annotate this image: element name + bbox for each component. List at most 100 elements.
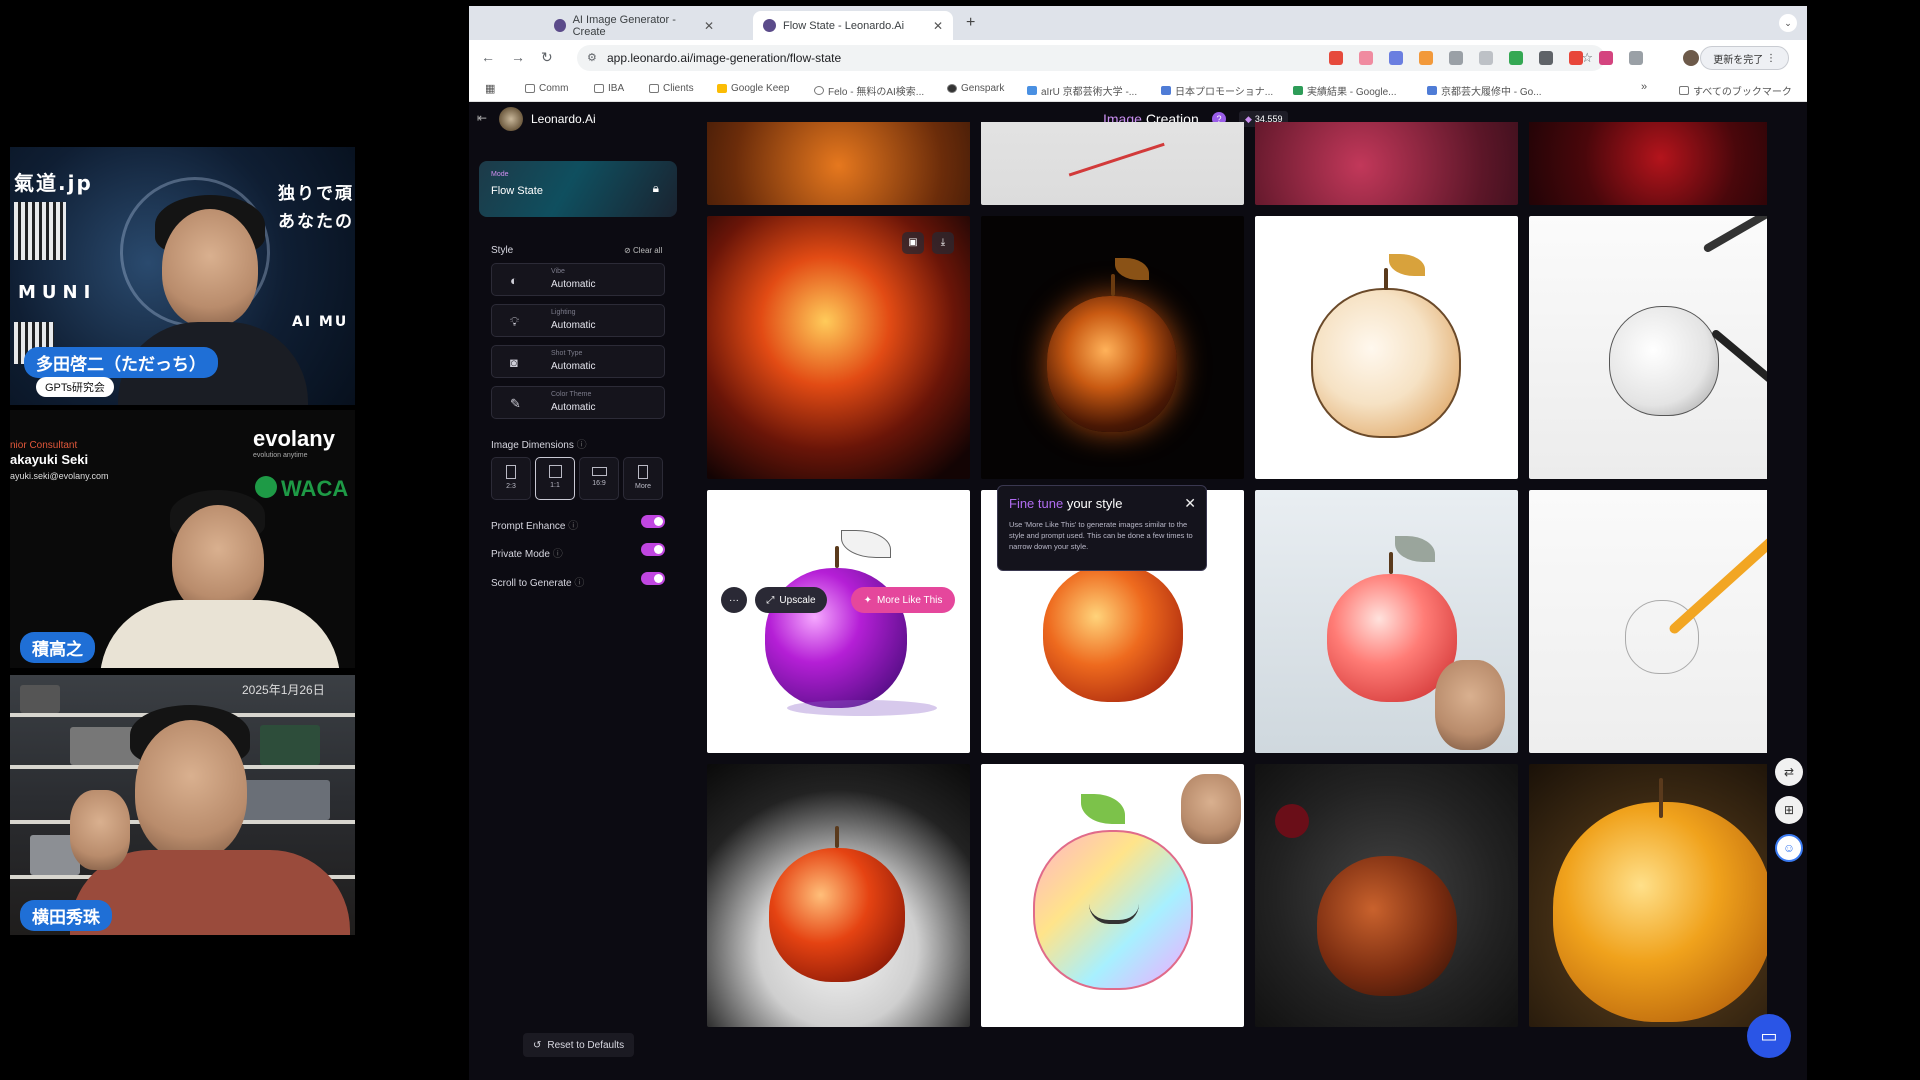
assistant-icon[interactable]: ☺ <box>1775 834 1803 862</box>
tooltip-title-accent: Fine tune <box>1009 496 1064 511</box>
gallery-image[interactable] <box>1529 216 1767 479</box>
tab-favicon <box>763 19 776 32</box>
brand-name[interactable]: Leonardo.Ai <box>531 112 596 126</box>
dimension-1-1[interactable]: 1:1 <box>535 457 575 500</box>
style-vibe[interactable]: ◐ Vibe Automatic <box>491 263 665 296</box>
scroll-to-generate-row: Scroll to Generate ⓘ <box>491 572 665 589</box>
gallery-image[interactable] <box>1255 764 1518 1027</box>
mode-value: Flow State <box>491 185 543 197</box>
tab-ai-image-generator[interactable]: AI Image Generator - Create ✕ <box>544 11 724 40</box>
style-color-theme[interactable]: ✎ Color Theme Automatic <box>491 386 665 419</box>
download-icon[interactable]: ⤓ <box>932 232 954 254</box>
back-icon[interactable]: ← <box>481 49 495 65</box>
bookmark-1[interactable]: IBA <box>594 83 624 94</box>
bookmark-star-icon[interactable]: ☆ <box>1581 50 1593 66</box>
bookmark-7[interactable]: 日本プロモーショナ... <box>1161 83 1273 98</box>
gallery-image[interactable] <box>1255 216 1518 479</box>
gallery-image[interactable] <box>1529 764 1767 1027</box>
extension-icon-6[interactable] <box>1479 51 1493 65</box>
chevron-right-icon[interactable]: » <box>1641 81 1647 93</box>
extension-icon-7[interactable] <box>1509 51 1523 65</box>
save-icon[interactable]: ▣ <box>902 232 924 254</box>
style-value: Automatic <box>551 279 596 290</box>
grid-icon[interactable]: ⊞ <box>1775 796 1803 824</box>
tab-label: AI Image Generator - Create <box>572 13 676 38</box>
bookmark-0[interactable]: Comm <box>525 83 568 94</box>
new-tab-button[interactable]: + <box>966 14 975 32</box>
site-info-icon[interactable]: ⚙ <box>587 51 597 64</box>
style-lighting[interactable]: 💡︎ Lighting Automatic <box>491 304 665 337</box>
info-icon[interactable]: ⓘ <box>568 521 578 532</box>
info-icon[interactable]: ⓘ <box>577 440 587 451</box>
extension-icon-4[interactable] <box>1419 51 1433 65</box>
extensions-puzzle-icon[interactable] <box>1629 51 1643 65</box>
lock-icon: 🔒︎ <box>652 181 659 195</box>
extension-icon-1[interactable] <box>1329 51 1343 65</box>
info-icon[interactable]: ⓘ <box>574 578 584 589</box>
info-icon[interactable]: ⓘ <box>553 549 563 560</box>
extension-icon-3[interactable] <box>1389 51 1403 65</box>
prompt-enhance-toggle[interactable] <box>641 515 665 528</box>
bookmark-4[interactable]: Felo - 無料のAI検索... <box>814 83 924 98</box>
gallery-image[interactable] <box>981 122 1244 205</box>
apps-grid-icon[interactable]: ▦ <box>485 82 495 95</box>
brand-sub: evolution anytime <box>253 452 308 459</box>
extension-icon-5[interactable] <box>1449 51 1463 65</box>
extension-icon-8[interactable] <box>1539 51 1553 65</box>
close-tab-icon[interactable]: ✕ <box>704 19 714 33</box>
reset-defaults-button[interactable]: ↺ Reset to Defaults <box>523 1033 635 1057</box>
toggle-label: Scroll to Generate <box>491 578 572 589</box>
extension-icon-10[interactable] <box>1599 51 1613 65</box>
mode-card[interactable]: Mode Flow State 🔒︎ <box>479 161 677 217</box>
scroll-to-generate-toggle[interactable] <box>641 572 665 585</box>
image-gallery: ▣ ⤓ Fine tune your style Use 'More Like … <box>707 122 1767 1080</box>
gallery-image[interactable] <box>981 764 1244 1027</box>
all-bookmarks[interactable]: すべてのブックマーク <box>1679 83 1792 98</box>
close-tab-icon[interactable]: ✕ <box>933 19 943 33</box>
more-like-this-button[interactable]: ✦ More Like This <box>851 587 955 613</box>
gallery-image[interactable] <box>1255 122 1518 205</box>
dimension-more[interactable]: More <box>623 457 663 500</box>
update-button[interactable]: 更新を完了 ⋮ <box>1700 46 1789 70</box>
bookmark-3[interactable]: Google Keep <box>717 83 789 94</box>
translate-icon[interactable]: ⇄ <box>1775 758 1803 786</box>
settings-sidebar: Mode Flow State 🔒︎ Style ⊘ Clear all ◐ V… <box>479 161 677 1061</box>
style-shot-type[interactable]: ◙ Shot Type Automatic <box>491 345 665 378</box>
dimension-16-9[interactable]: 16:9 <box>579 457 619 500</box>
profile-avatar[interactable] <box>1683 50 1699 66</box>
private-mode-toggle[interactable] <box>641 543 665 556</box>
toolbar: ← → ↻ ⚙ app.leonardo.ai/image-generation… <box>469 40 1807 76</box>
gallery-image-selected[interactable]: ▣ ⤓ <box>707 216 970 479</box>
gallery-image[interactable] <box>707 490 970 753</box>
bookmark-2[interactable]: Clients <box>649 83 694 94</box>
leonardo-logo[interactable] <box>499 107 523 131</box>
gallery-image[interactable] <box>707 764 970 1027</box>
folder-icon <box>594 84 604 93</box>
chat-support-icon[interactable]: ▭ <box>1747 1014 1791 1058</box>
extension-icon-2[interactable] <box>1359 51 1373 65</box>
gallery-image[interactable] <box>1529 490 1767 753</box>
dimension-2-3[interactable]: 2:3 <box>491 457 531 500</box>
bookmark-6[interactable]: aIrU 京都芸術大学 -... <box>1027 83 1137 98</box>
collapse-sidebar-icon[interactable]: ⇤ <box>477 111 487 125</box>
bookmark-9[interactable]: 京都芸大履修中 - Go... <box>1427 83 1542 98</box>
toggle-label: Private Mode <box>491 549 550 560</box>
gallery-image[interactable] <box>1529 122 1767 205</box>
more-actions-button[interactable]: ··· <box>721 587 747 613</box>
gallery-image[interactable] <box>1255 490 1518 753</box>
style-value: Automatic <box>551 402 596 413</box>
close-icon[interactable]: ✕ <box>1184 495 1196 512</box>
airu-icon <box>1027 86 1037 95</box>
bookmark-8[interactable]: 実績結果 - Google... <box>1293 83 1396 98</box>
upscale-button[interactable]: ⤢ Upscale <box>755 587 827 613</box>
fine-tune-tooltip: Fine tune your style Use 'More Like This… <box>997 485 1207 571</box>
gallery-image[interactable] <box>981 216 1244 479</box>
gallery-image[interactable] <box>707 122 970 205</box>
clear-all-button[interactable]: ⊘ Clear all <box>624 246 662 255</box>
bookmark-5[interactable]: Genspark <box>947 83 1004 94</box>
tab-search-icon[interactable]: ⌄ <box>1779 14 1797 32</box>
extension-icon-9[interactable] <box>1569 51 1583 65</box>
tab-flow-state[interactable]: Flow State - Leonardo.Ai ✕ <box>753 11 953 40</box>
reload-icon[interactable]: ↻ <box>541 49 553 66</box>
forward-icon[interactable]: → <box>511 49 525 65</box>
